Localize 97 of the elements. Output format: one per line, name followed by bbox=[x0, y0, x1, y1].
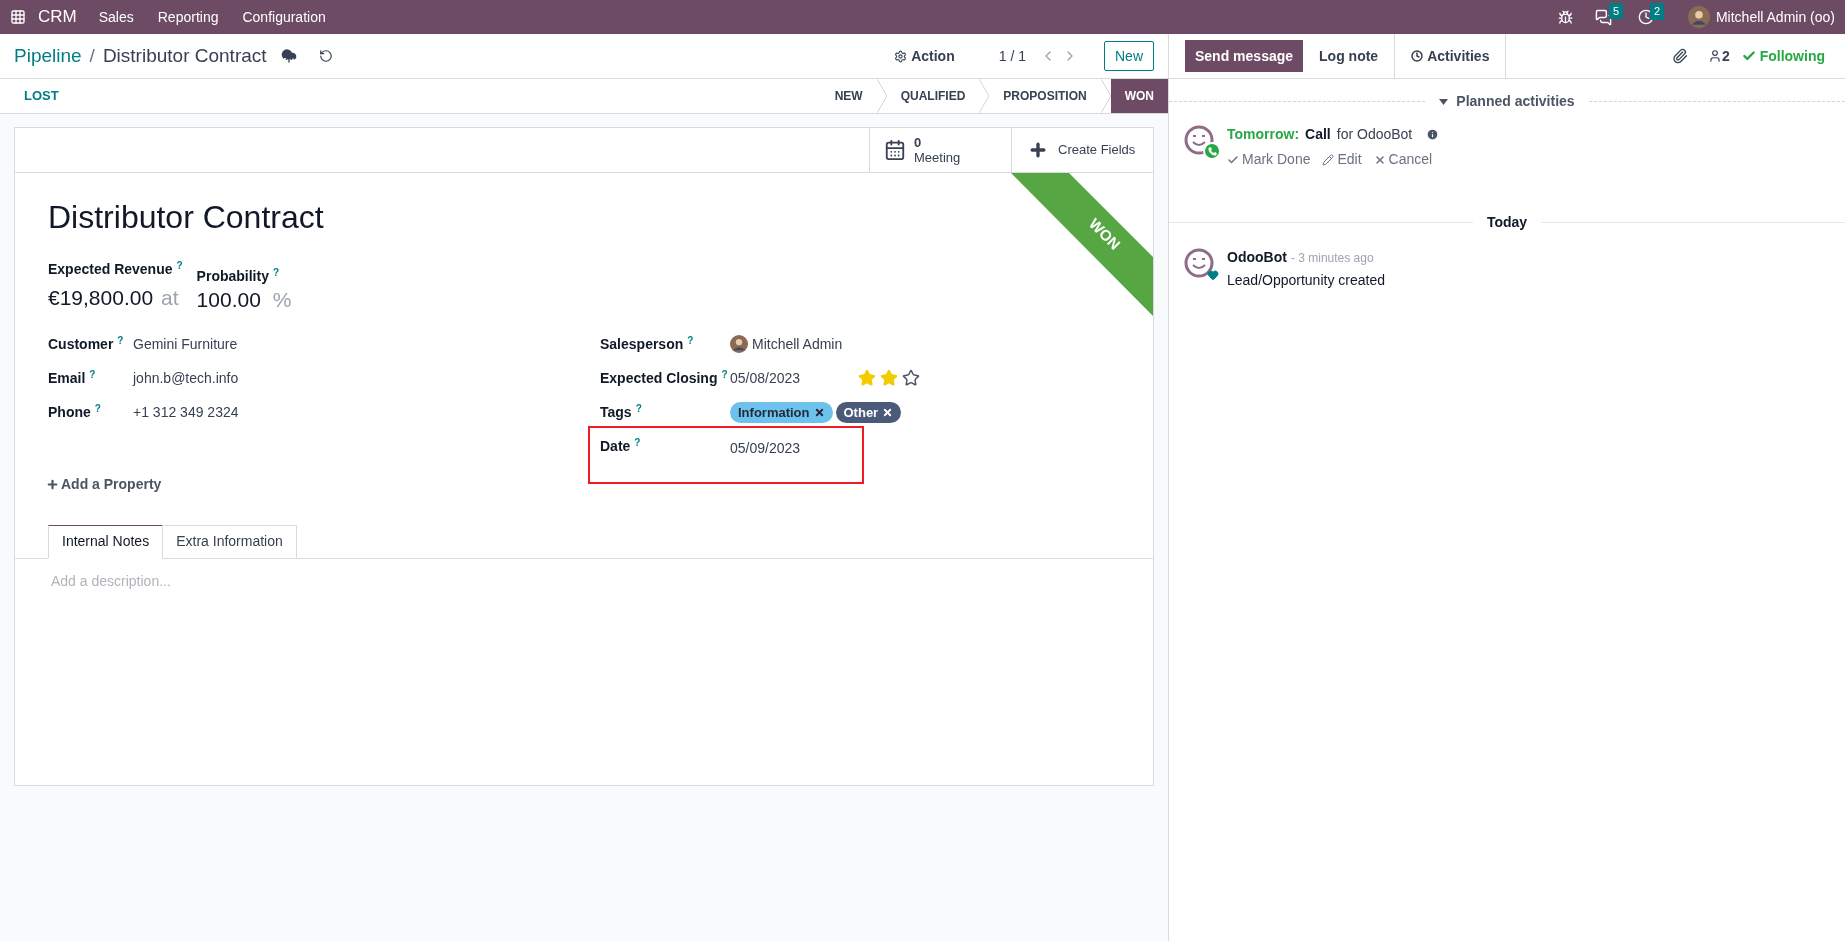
help-mark[interactable]: ? bbox=[721, 368, 728, 380]
create-fields-button[interactable]: Create Fields bbox=[1011, 128, 1153, 172]
field-label: Date bbox=[600, 437, 631, 454]
percent-sign: % bbox=[272, 287, 292, 313]
notebook-tab[interactable]: Internal Notes bbox=[48, 524, 164, 559]
chatter-button[interactable]: Send message bbox=[1185, 40, 1304, 72]
activity-type: Call bbox=[1305, 125, 1331, 144]
field-label: Expected Closing bbox=[600, 369, 718, 386]
help-mark[interactable]: ? bbox=[117, 334, 124, 346]
at-label: at bbox=[161, 285, 179, 311]
discard-icon[interactable] bbox=[318, 49, 333, 63]
field-value[interactable]: 05/08/2023 bbox=[730, 367, 801, 389]
calendar-icon bbox=[884, 139, 906, 161]
menu-item[interactable]: Reporting bbox=[157, 6, 219, 28]
help-mark[interactable]: ? bbox=[94, 402, 101, 414]
field-label: Probability bbox=[196, 268, 269, 284]
avatar-icon bbox=[1687, 6, 1710, 28]
gear-icon bbox=[894, 49, 908, 63]
field-label: Email bbox=[48, 369, 86, 386]
count-badge: 2 bbox=[1649, 3, 1665, 20]
field-label: Salesperson bbox=[600, 335, 684, 352]
apps-menu-icon[interactable] bbox=[10, 9, 26, 25]
message-author: OdooBot bbox=[1227, 248, 1287, 267]
chatter-button[interactable]: Activities bbox=[1394, 33, 1507, 79]
remove-icon[interactable] bbox=[882, 406, 894, 418]
activity-due: Tomorrow: bbox=[1227, 125, 1300, 144]
menu-item[interactable]: Configuration bbox=[242, 6, 326, 28]
field-value[interactable]: Mitchell Admin bbox=[752, 333, 843, 355]
record-title: Distributor Contract bbox=[102, 43, 267, 68]
field-value[interactable]: +1 312 349 2324 bbox=[133, 401, 239, 423]
priority-stars[interactable] bbox=[858, 369, 921, 387]
field-label: Phone bbox=[48, 403, 91, 420]
activity-action[interactable]: Cancel bbox=[1373, 149, 1433, 170]
plus-icon bbox=[1028, 140, 1048, 160]
star-icon[interactable] bbox=[902, 369, 921, 387]
field-value[interactable]: Gemini Furniture bbox=[133, 333, 238, 355]
planned-activities-toggle[interactable]: Planned activities bbox=[1425, 91, 1589, 112]
field-label: Customer bbox=[48, 335, 114, 352]
activity-action[interactable]: Mark Done bbox=[1227, 149, 1311, 170]
bot-avatar-icon bbox=[1183, 247, 1217, 281]
help-mark[interactable]: ? bbox=[687, 334, 694, 346]
probability-value[interactable]: 100.00 bbox=[196, 284, 261, 316]
pencil-icon bbox=[1322, 153, 1335, 166]
avatar-icon bbox=[730, 335, 748, 353]
message-time: - 3 minutes ago bbox=[1290, 249, 1374, 267]
tag[interactable]: Information bbox=[730, 401, 833, 423]
stage-step[interactable]: PROPOSITION bbox=[989, 79, 1101, 113]
save-icon[interactable] bbox=[280, 48, 297, 64]
add-property-button[interactable]: Add a Property bbox=[46, 473, 162, 495]
info-icon[interactable] bbox=[1426, 128, 1440, 141]
stage-step[interactable]: QUALIFIED bbox=[886, 79, 980, 113]
date-separator: Today bbox=[1485, 213, 1529, 232]
help-mark[interactable]: ? bbox=[176, 260, 183, 271]
pager-value: 1 / 1 bbox=[998, 46, 1026, 66]
user-name[interactable]: Mitchell Admin (oo) bbox=[1715, 6, 1835, 28]
user-icon bbox=[1707, 49, 1722, 63]
message-body: Lead/Opportunity created bbox=[1227, 271, 1385, 290]
check-icon bbox=[1741, 49, 1756, 63]
field-label: Tags bbox=[600, 403, 632, 420]
field-label: Expected Revenue bbox=[48, 261, 173, 277]
check-icon bbox=[1227, 153, 1239, 166]
activity-action[interactable]: Edit bbox=[1322, 149, 1362, 170]
chatter-button[interactable]: Log note bbox=[1303, 40, 1395, 72]
activity-assignee: for OdooBot bbox=[1336, 125, 1413, 144]
clock-icon bbox=[1411, 50, 1424, 62]
remove-icon[interactable] bbox=[813, 406, 825, 418]
count-badge: 5 bbox=[1608, 2, 1624, 19]
close-icon bbox=[1373, 153, 1386, 166]
notebook-tab[interactable]: Extra Information bbox=[162, 524, 297, 559]
bot-avatar-icon bbox=[1183, 124, 1217, 158]
help-mark[interactable]: ? bbox=[89, 368, 96, 380]
new-button[interactable]: New bbox=[1104, 41, 1154, 71]
caret-icon bbox=[1439, 98, 1449, 105]
help-mark[interactable]: ? bbox=[272, 267, 280, 278]
activities-icon[interactable] bbox=[1637, 9, 1654, 25]
stage-step[interactable]: WON bbox=[1110, 79, 1168, 113]
revenue-value[interactable]: €19,800.00 bbox=[48, 282, 154, 314]
breadcrumb-link[interactable]: Pipeline bbox=[14, 41, 82, 71]
stage-step[interactable]: NEW bbox=[820, 79, 877, 113]
meeting-button[interactable]: 0 Meeting bbox=[869, 128, 1011, 172]
menu-item[interactable]: Sales bbox=[98, 6, 134, 28]
field-value[interactable]: 05/09/2023 bbox=[730, 439, 801, 456]
description-field[interactable]: Add a description... bbox=[51, 570, 1117, 592]
help-mark[interactable]: ? bbox=[635, 402, 642, 414]
debug-icon[interactable] bbox=[1557, 9, 1573, 25]
breadcrumb-separator: / bbox=[89, 43, 95, 68]
plus-icon bbox=[46, 477, 59, 491]
record-name: Distributor Contract bbox=[48, 198, 324, 237]
action-button[interactable]: Action bbox=[894, 45, 955, 67]
app-name[interactable]: CRM bbox=[38, 4, 77, 30]
attachment-icon[interactable] bbox=[1671, 48, 1688, 64]
field-value[interactable]: john.b@tech.info bbox=[133, 367, 239, 389]
lost-button[interactable]: LOST bbox=[24, 86, 59, 106]
followers-button[interactable]: 2 bbox=[1707, 45, 1730, 67]
messages-icon[interactable] bbox=[1594, 8, 1612, 26]
help-mark[interactable]: ? bbox=[634, 436, 641, 448]
tag[interactable]: Other bbox=[835, 401, 902, 423]
